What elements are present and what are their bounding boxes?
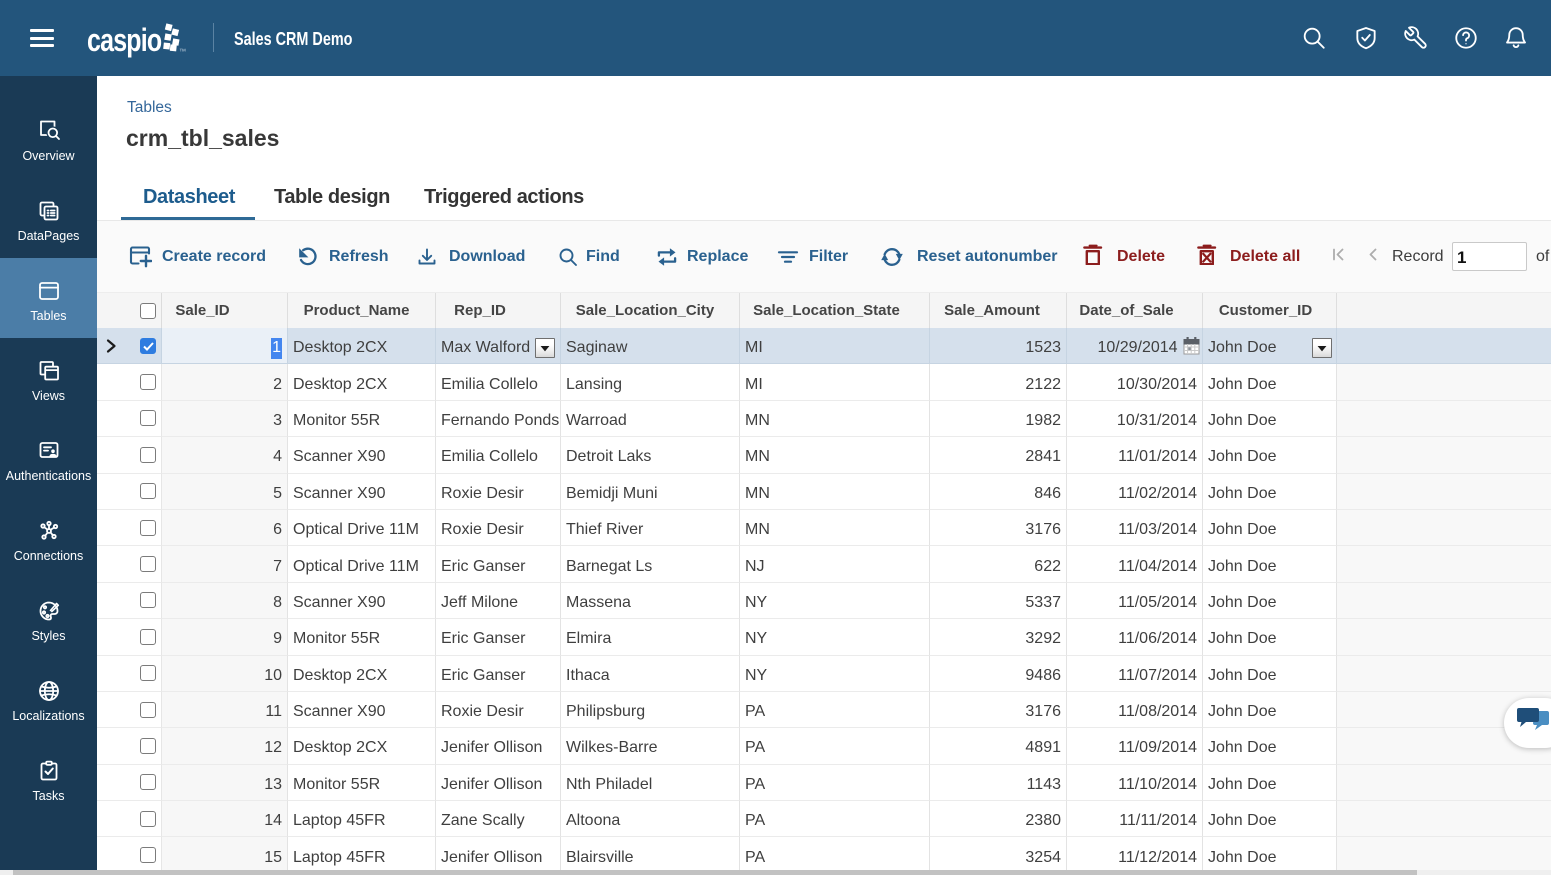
- svg-text:™: ™: [179, 49, 186, 56]
